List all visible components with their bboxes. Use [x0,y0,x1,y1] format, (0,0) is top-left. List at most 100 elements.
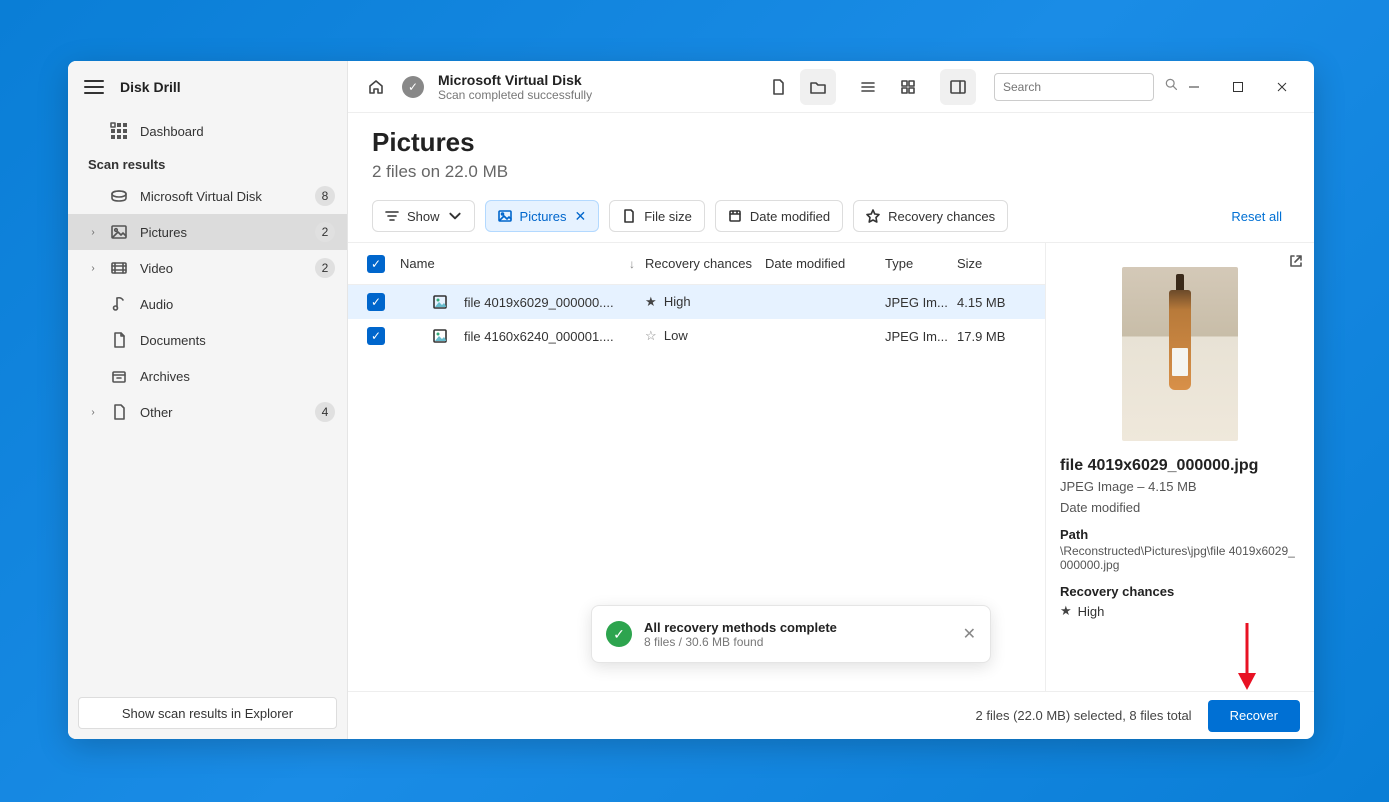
grid-icon [110,122,128,140]
sort-down-icon: ↓ [629,257,635,271]
preview-date-label: Date modified [1060,500,1300,515]
sidebar-item-archives[interactable]: › Archives [68,358,347,394]
hamburger-icon[interactable] [84,80,104,94]
filesize-filter-chip[interactable]: File size [609,200,705,232]
star-icon [866,209,880,223]
image-icon [498,209,512,223]
clear-filter-icon[interactable]: ✕ [575,208,587,225]
toast-subtitle: 8 files / 30.6 MB found [644,635,951,649]
sidebar-item-label: Video [140,261,303,276]
sidebar-item-label: Audio [140,297,335,312]
document-icon [110,331,128,349]
search-box[interactable] [994,73,1154,101]
preview-panel: file 4019x6029_000000.jpg JPEG Image – 4… [1046,243,1314,691]
recovery-filter-chip[interactable]: Recovery chances [853,200,1008,232]
chevron-right-icon: › [88,263,98,274]
star-filled-icon: ★ [645,294,657,309]
column-size[interactable]: Size [957,256,1045,271]
selection-status: 2 files (22.0 MB) selected, 8 files tota… [976,708,1192,723]
toast-title: All recovery methods complete [644,620,951,635]
sidebar-section-header: Scan results [68,149,347,178]
type-value: JPEG Im... [885,329,957,344]
select-all-checkbox[interactable]: ✓ [360,255,392,273]
app-title: Disk Drill [120,79,181,95]
image-icon [110,223,128,241]
star-outline-icon: ☆ [645,328,657,343]
show-filter-chip[interactable]: Show [372,200,475,232]
star-filled-icon: ★ [1060,603,1072,619]
home-button[interactable] [358,69,394,105]
column-date[interactable]: Date modified [765,256,885,271]
disk-icon [110,187,128,205]
chevron-right-icon: › [88,407,98,418]
datemodified-filter-chip[interactable]: Date modified [715,200,843,232]
chevron-right-icon: › [88,227,98,238]
row-checkbox[interactable]: ✓ [360,293,392,311]
sidebar-top: Disk Drill [68,61,347,113]
table-row[interactable]: ✓ file 4019x6029_000000.... ★ High JPEG … [348,285,1045,319]
preview-filename: file 4019x6029_000000.jpg [1060,457,1300,475]
minimize-button[interactable] [1172,67,1216,107]
sidebar-item-label: Archives [140,369,335,384]
count-badge: 8 [315,186,335,206]
document-icon [622,209,636,223]
list-view-button[interactable] [850,69,886,105]
chip-label: Date modified [750,209,830,224]
image-file-icon [430,294,450,310]
image-file-icon [430,328,450,344]
type-value: JPEG Im... [885,295,957,310]
sidebar-item-pictures[interactable]: › Pictures 2 [68,214,347,250]
status-check-icon: ✓ [402,76,424,98]
disk-title: Microsoft Virtual Disk [438,72,592,88]
calendar-icon [728,209,742,223]
sidebar-item-video[interactable]: › Video 2 [68,250,347,286]
table-row[interactable]: ✓ file 4160x6240_000001.... ☆ Low JPEG I… [348,319,1045,353]
app-window: Disk Drill › Dashboard Scan results › Mi… [68,61,1314,739]
titlebar: ✓ Microsoft Virtual Disk Scan completed … [348,61,1314,113]
chip-label: Recovery chances [888,209,995,224]
close-button[interactable] [1260,67,1304,107]
file-name: file 4019x6029_000000.... [464,295,614,310]
pictures-filter-chip[interactable]: Pictures ✕ [485,200,600,232]
file-icon [110,403,128,421]
maximize-button[interactable] [1216,67,1260,107]
sidebar-item-documents[interactable]: › Documents [68,322,347,358]
check-circle-icon: ✓ [606,621,632,647]
folder-view-button[interactable] [800,69,836,105]
sidebar-bottom: Show scan results in Explorer [68,687,347,739]
table-head: ✓ Name↓ Recovery chances Date modified T… [348,243,1045,285]
main: ✓ Microsoft Virtual Disk Scan completed … [348,61,1314,739]
show-in-explorer-button[interactable]: Show scan results in Explorer [78,697,337,729]
audio-icon [110,295,128,313]
grid-view-button[interactable] [890,69,926,105]
preview-meta: JPEG Image – 4.15 MB [1060,479,1300,494]
recover-button[interactable]: Recover [1208,700,1300,732]
size-value: 17.9 MB [957,329,1045,344]
count-badge: 2 [315,222,335,242]
recovery-value: Low [664,328,688,343]
sidebar-item-dashboard[interactable]: › Dashboard [68,113,347,149]
document-view-button[interactable] [760,69,796,105]
panel-toggle-button[interactable] [940,69,976,105]
row-checkbox[interactable]: ✓ [360,327,392,345]
video-icon [110,259,128,277]
popout-icon[interactable] [1288,253,1304,272]
scan-status: Scan completed successfully [438,88,592,102]
page-subtitle: 2 files on 22.0 MB [372,162,1290,182]
filter-row: Show Pictures ✕ File size Date modified … [348,192,1314,243]
sidebar-item-label: Other [140,405,303,420]
toast-close-icon[interactable]: ✕ [963,624,976,644]
column-type[interactable]: Type [885,256,957,271]
column-name[interactable]: Name↓ [392,256,645,271]
chevron-down-icon [448,209,462,223]
column-recovery[interactable]: Recovery chances [645,256,765,271]
sidebar-item-audio[interactable]: › Audio [68,286,347,322]
archive-icon [110,367,128,385]
sidebar-item-disk[interactable]: › Microsoft Virtual Disk 8 [68,178,347,214]
reset-all-link[interactable]: Reset all [1231,209,1282,224]
window-controls [1172,67,1304,107]
search-input[interactable] [1003,80,1158,94]
count-badge: 4 [315,402,335,422]
footer: 2 files (22.0 MB) selected, 8 files tota… [348,691,1314,739]
sidebar-item-other[interactable]: › Other 4 [68,394,347,430]
